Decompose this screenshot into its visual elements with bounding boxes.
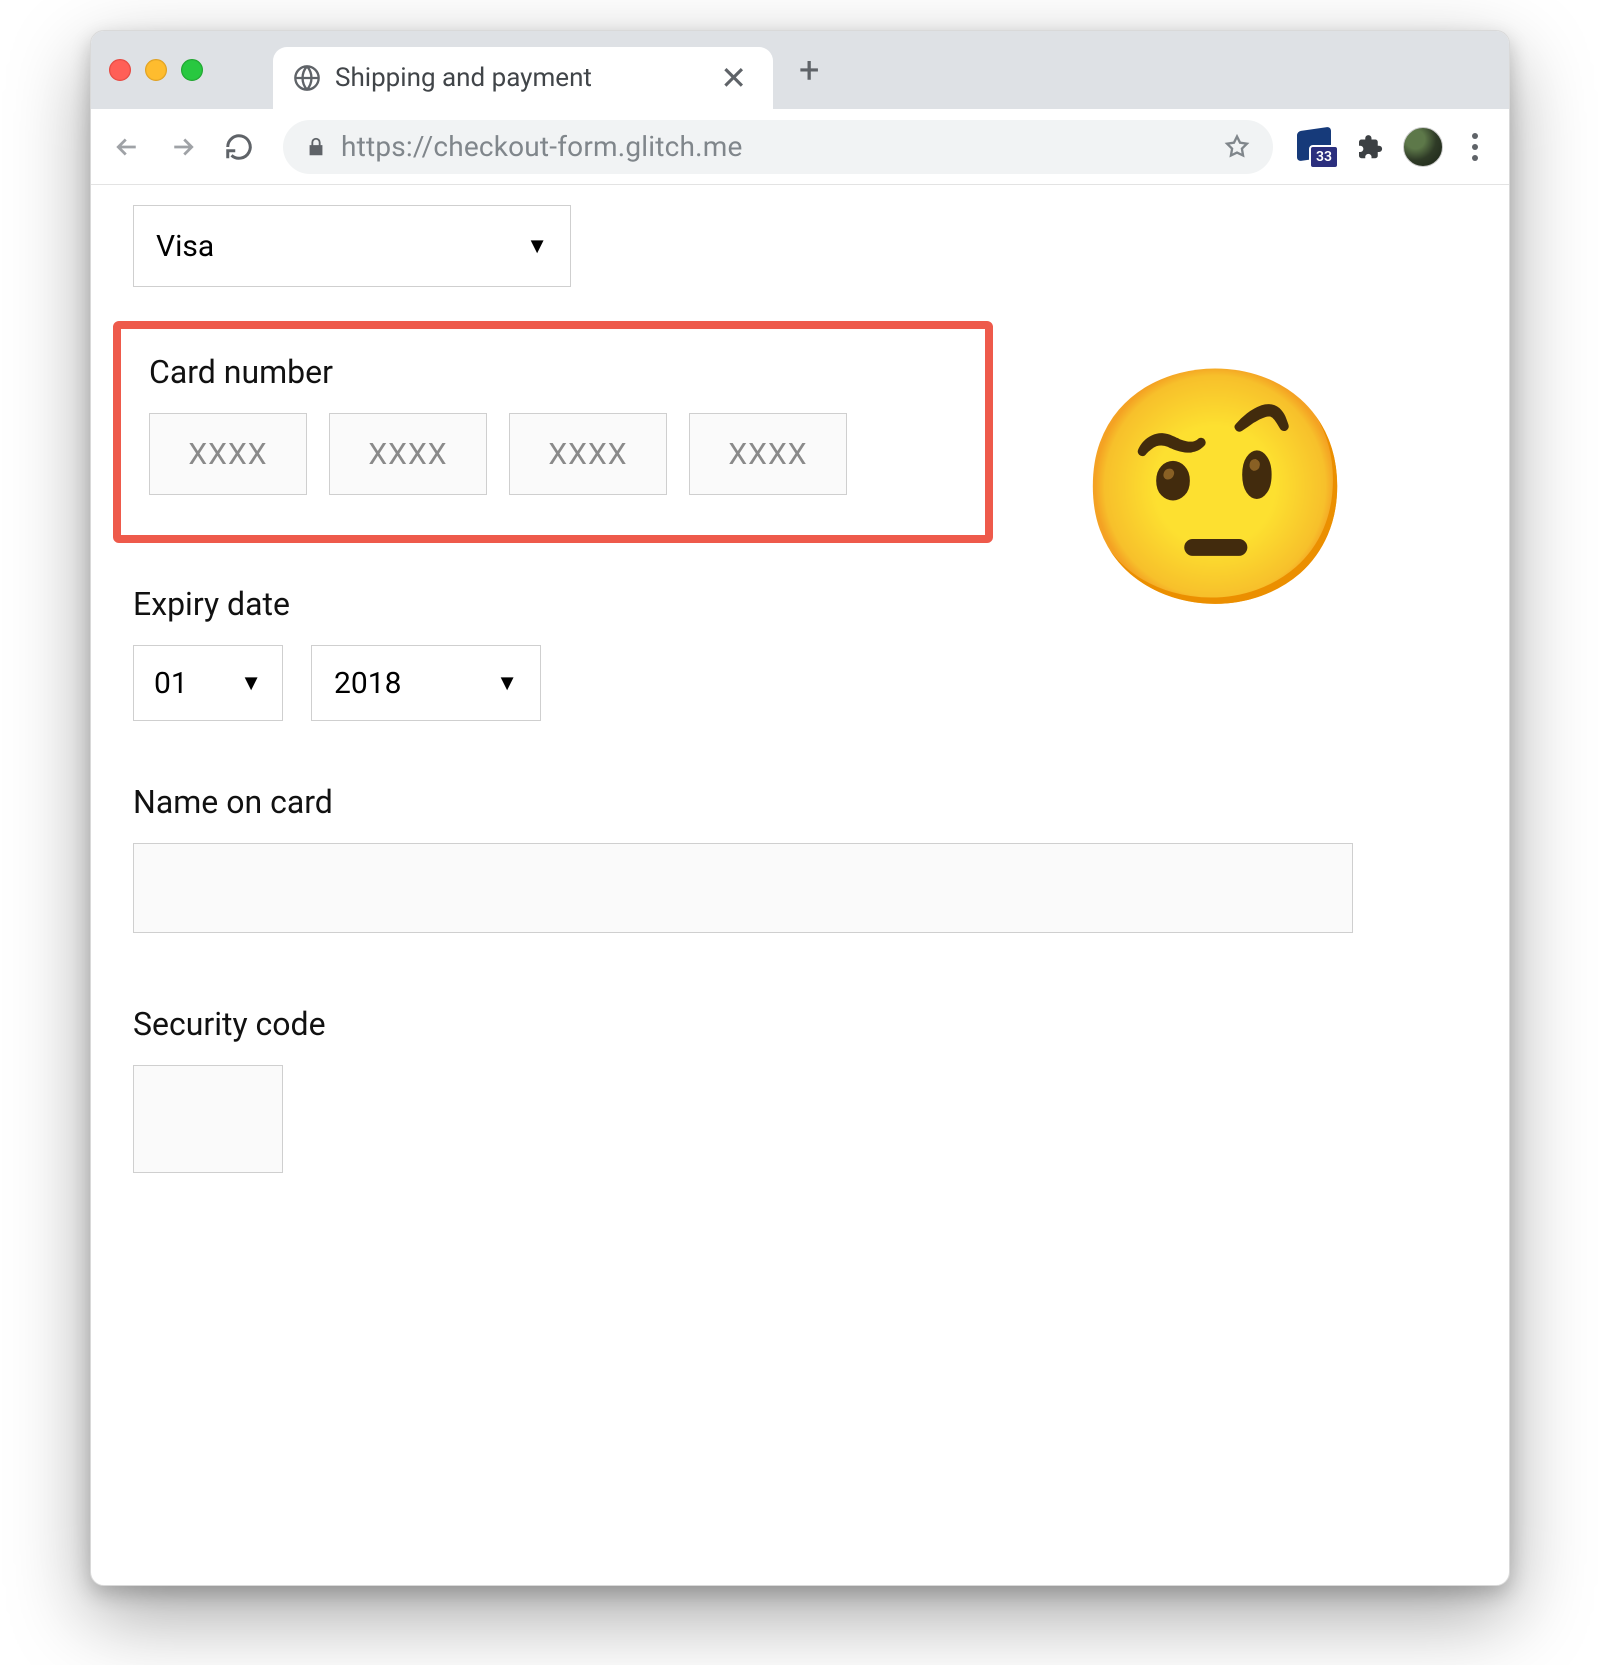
browser-tab[interactable]: Shipping and payment ✕ <box>273 47 773 109</box>
security-block: Security code <box>133 1005 1469 1173</box>
chevron-down-icon: ▼ <box>526 233 548 259</box>
card-number-highlight: Card number XXXX XXXX XXXX XXXX <box>113 321 993 543</box>
chevron-down-icon: ▼ <box>496 670 518 696</box>
page-content: Visa ▼ Card number XXXX XXXX XXXX XXXX 🤨… <box>91 185 1509 1585</box>
raised-eyebrow-emoji: 🤨 <box>1073 375 1359 605</box>
close-window-button[interactable] <box>109 59 131 81</box>
url-text: https://checkout-form.glitch.me <box>341 130 743 163</box>
profile-avatar[interactable] <box>1403 127 1443 167</box>
back-button[interactable] <box>105 125 149 169</box>
bookmark-star-icon[interactable] <box>1223 133 1251 161</box>
security-code-input[interactable] <box>133 1065 283 1173</box>
card-number-segments: XXXX XXXX XXXX XXXX <box>149 413 957 495</box>
card-segment-1[interactable]: XXXX <box>149 413 307 495</box>
expiry-month-value: 01 <box>154 666 188 701</box>
puzzle-icon <box>1354 132 1384 162</box>
card-segment-4[interactable]: XXXX <box>689 413 847 495</box>
globe-icon <box>293 64 321 92</box>
reload-icon <box>224 132 254 162</box>
toolbar: https://checkout-form.glitch.me 33 <box>91 109 1509 185</box>
close-tab-button[interactable]: ✕ <box>714 62 753 94</box>
arrow-right-icon <box>168 132 198 162</box>
menu-button[interactable] <box>1455 133 1495 161</box>
card-type-select[interactable]: Visa ▼ <box>133 205 571 287</box>
expiry-year-select[interactable]: 2018 ▼ <box>311 645 541 721</box>
lock-icon <box>305 136 327 158</box>
browser-window: Shipping and payment ✕ + https://checkou… <box>90 30 1510 1586</box>
extension-badge[interactable]: 33 <box>1295 127 1335 167</box>
tab-title: Shipping and payment <box>335 63 700 93</box>
expiry-month-select[interactable]: 01 ▼ <box>133 645 283 721</box>
window-controls <box>109 59 203 81</box>
maximize-window-button[interactable] <box>181 59 203 81</box>
chevron-down-icon: ▼ <box>240 670 262 696</box>
name-on-card-input[interactable] <box>133 843 1353 933</box>
arrow-left-icon <box>112 132 142 162</box>
titlebar: Shipping and payment ✕ + <box>91 31 1509 109</box>
extensions-button[interactable] <box>1347 125 1391 169</box>
address-bar[interactable]: https://checkout-form.glitch.me <box>283 120 1273 174</box>
name-on-card-label: Name on card <box>133 783 1469 821</box>
minimize-window-button[interactable] <box>145 59 167 81</box>
security-code-label: Security code <box>133 1005 1469 1043</box>
forward-button[interactable] <box>161 125 205 169</box>
new-tab-button[interactable]: + <box>799 49 819 91</box>
card-type-value: Visa <box>156 229 214 264</box>
card-segment-3[interactable]: XXXX <box>509 413 667 495</box>
expiry-year-value: 2018 <box>334 666 401 701</box>
reload-button[interactable] <box>217 125 261 169</box>
name-block: Name on card <box>133 783 1469 933</box>
card-segment-2[interactable]: XXXX <box>329 413 487 495</box>
extension-count: 33 <box>1309 145 1339 169</box>
card-number-label: Card number <box>149 353 957 391</box>
